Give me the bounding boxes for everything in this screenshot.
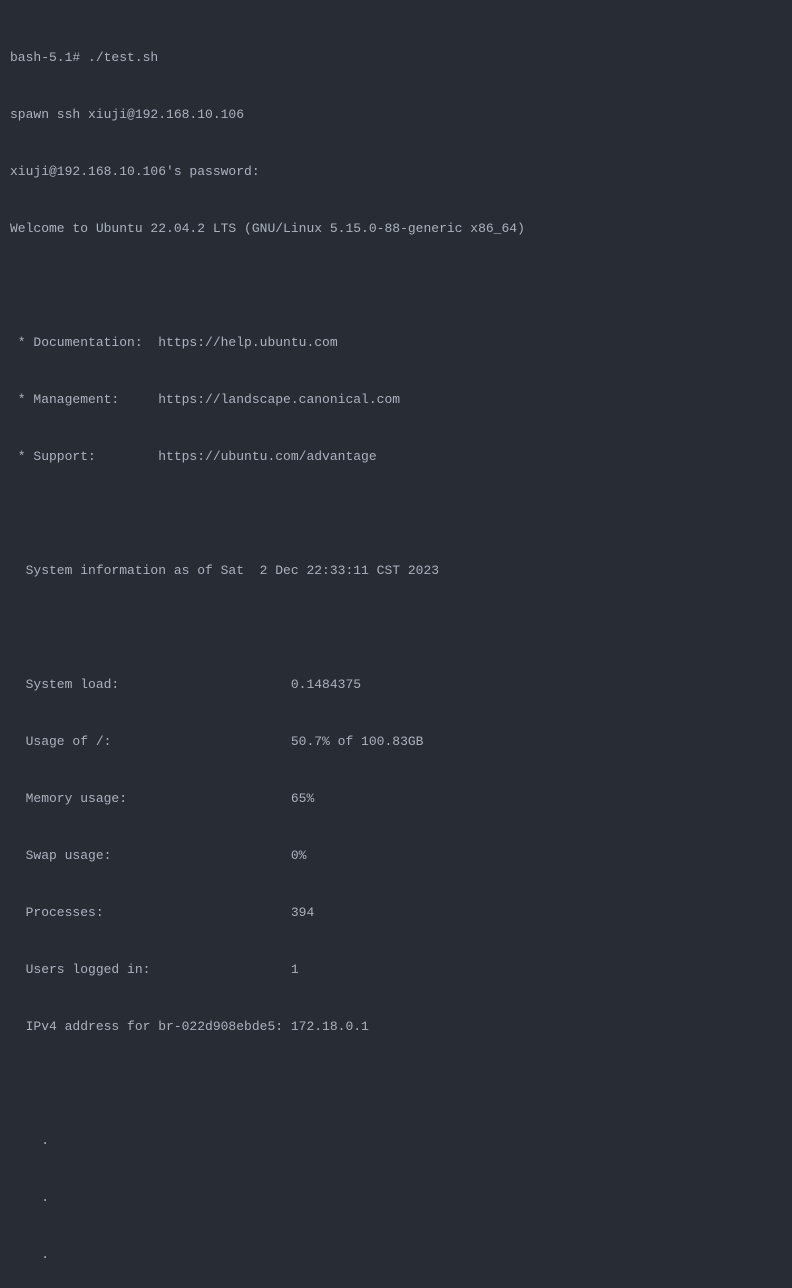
terminal-line [10, 1074, 782, 1093]
terminal-line [10, 618, 782, 637]
terminal-line: System load: 0.1484375 [10, 675, 782, 694]
terminal-line: xiuji@192.168.10.106's password: [10, 162, 782, 181]
terminal-output[interactable]: bash-5.1# ./test.sh spawn ssh xiuji@192.… [10, 10, 782, 1288]
terminal-line: Usage of /: 50.7% of 100.83GB [10, 732, 782, 751]
terminal-line: * Management: https://landscape.canonica… [10, 390, 782, 409]
terminal-line: spawn ssh xiuji@192.168.10.106 [10, 105, 782, 124]
terminal-line: * Support: https://ubuntu.com/advantage [10, 447, 782, 466]
terminal-line: System information as of Sat 2 Dec 22:33… [10, 561, 782, 580]
terminal-line: Processes: 394 [10, 903, 782, 922]
terminal-line: . [10, 1245, 782, 1264]
terminal-line: * Documentation: https://help.ubuntu.com [10, 333, 782, 352]
terminal-line: Users logged in: 1 [10, 960, 782, 979]
terminal-line: . [10, 1188, 782, 1207]
terminal-line: Welcome to Ubuntu 22.04.2 LTS (GNU/Linux… [10, 219, 782, 238]
terminal-line [10, 276, 782, 295]
terminal-line: bash-5.1# ./test.sh [10, 48, 782, 67]
terminal-line: Memory usage: 65% [10, 789, 782, 808]
terminal-line: . [10, 1131, 782, 1150]
terminal-line: Swap usage: 0% [10, 846, 782, 865]
terminal-line: IPv4 address for br-022d908ebde5: 172.18… [10, 1017, 782, 1036]
terminal-line [10, 504, 782, 523]
